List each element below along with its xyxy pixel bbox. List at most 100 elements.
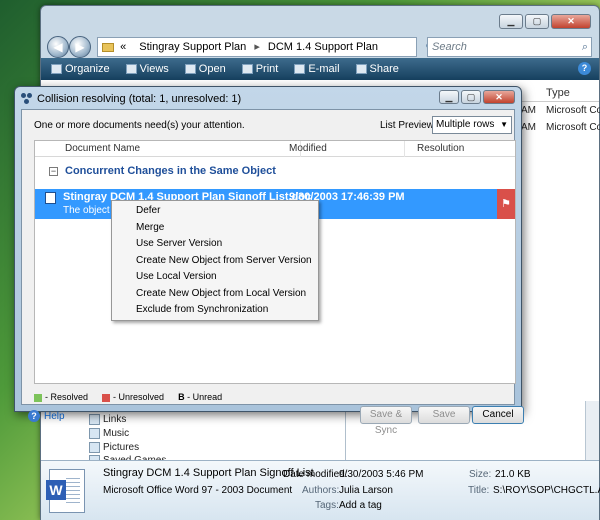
tree-item-label: Links bbox=[103, 414, 127, 425]
search-input[interactable]: Search ⌕ bbox=[427, 37, 592, 57]
print-label: Print bbox=[255, 63, 279, 75]
tree-item-pictures[interactable]: Pictures bbox=[89, 442, 140, 453]
details-pane: W Stingray DCM 1.4 Support Plan Signoff … bbox=[41, 460, 600, 520]
close-button[interactable]: ✕ bbox=[551, 14, 591, 29]
share-label: Share bbox=[369, 63, 399, 75]
group-row[interactable]: − Concurrent Changes in the Same Object bbox=[35, 163, 515, 181]
address-bar[interactable]: « Stingray Support Plan ▸ DCM 1.4 Suppor… bbox=[97, 37, 417, 57]
dialog-close-button[interactable]: ✕ bbox=[483, 90, 515, 104]
tree-item-links[interactable]: Links bbox=[89, 414, 127, 425]
breadcrumb-separator: ▸ bbox=[254, 41, 260, 53]
folder-icon bbox=[102, 42, 114, 52]
dialog-caption-buttons: ▁ ▢ ✕ bbox=[439, 90, 515, 104]
tree-item-music[interactable]: Music bbox=[89, 428, 130, 439]
details-date-modified-label: Date modified: bbox=[283, 469, 348, 480]
search-icon[interactable]: ⌕ bbox=[582, 38, 588, 56]
details-authors-label: Authors: bbox=[302, 485, 340, 496]
forward-button[interactable]: ▶ bbox=[69, 36, 91, 58]
list-preview-select[interactable]: Multiple rows ▼ bbox=[432, 116, 512, 134]
menu-item-use-local-version[interactable]: Use Local Version bbox=[112, 269, 318, 286]
dialog-title-bar: Collision resolving (total: 1, unresolve… bbox=[21, 91, 241, 107]
details-file-type: Microsoft Office Word 97 - 2003 Document bbox=[103, 485, 293, 496]
back-button[interactable]: ◀ bbox=[47, 36, 69, 58]
breadcrumb-item[interactable]: DCM 1.4 Support Plan bbox=[268, 41, 378, 53]
legend-unresolved-label: - Unresolved bbox=[113, 392, 165, 402]
unread-marker: B bbox=[178, 392, 185, 402]
unresolved-flag-icon[interactable]: ⚑ bbox=[497, 189, 515, 219]
breadcrumb-item[interactable]: Stingray Support Plan bbox=[139, 41, 246, 53]
views-button[interactable]: Views bbox=[125, 63, 169, 75]
dialog-minimize-button[interactable]: ▁ bbox=[439, 90, 459, 104]
dialog-maximize-button[interactable]: ▢ bbox=[461, 90, 481, 104]
command-toolbar: Organize Views Open Print E-mail Share ? bbox=[41, 58, 599, 80]
word-document-icon: W bbox=[46, 469, 85, 513]
share-icon bbox=[355, 64, 367, 74]
tree-item-label: Music bbox=[103, 428, 130, 439]
unresolved-swatch bbox=[102, 393, 111, 402]
column-header-resolution[interactable]: Resolution bbox=[405, 141, 515, 157]
organize-label: Organize bbox=[65, 63, 110, 75]
list-preview-label: List Preview: bbox=[380, 120, 437, 131]
menu-item-use-server-version[interactable]: Use Server Version bbox=[112, 236, 318, 253]
email-button[interactable]: E-mail bbox=[294, 63, 340, 75]
help-icon[interactable]: ? bbox=[578, 62, 591, 75]
share-button[interactable]: Share bbox=[355, 63, 399, 75]
email-label: E-mail bbox=[308, 63, 340, 75]
organize-button[interactable]: Organize bbox=[51, 63, 110, 75]
menu-item-merge[interactable]: Merge bbox=[112, 220, 318, 237]
music-icon bbox=[89, 428, 100, 439]
details-tags[interactable]: Add a tag bbox=[339, 500, 382, 511]
views-label: Views bbox=[139, 63, 169, 75]
file-list-scrollbar[interactable] bbox=[585, 401, 599, 461]
links-icon bbox=[89, 414, 100, 425]
group-label: Concurrent Changes in the Same Object bbox=[65, 165, 276, 177]
grid-header: Document Name Modified Resolution bbox=[35, 141, 515, 157]
app-icon bbox=[21, 93, 33, 105]
search-placeholder: Search bbox=[432, 41, 467, 53]
open-label: Open bbox=[198, 63, 226, 75]
menu-item-defer[interactable]: Defer bbox=[112, 203, 318, 220]
details-size-label: Size: bbox=[469, 469, 492, 480]
organize-icon bbox=[51, 64, 62, 74]
details-authors[interactable]: Julia Larson bbox=[339, 485, 393, 496]
pictures-icon bbox=[89, 442, 100, 453]
tree-item-label: Pictures bbox=[103, 442, 140, 453]
menu-item-exclude-from-sync[interactable]: Exclude from Synchronization bbox=[112, 302, 318, 319]
attention-message: One or more documents need(s) your atten… bbox=[34, 120, 245, 131]
printer-icon bbox=[241, 64, 253, 74]
details-title[interactable]: S:\ROY\SOP\CHGCTL.A... bbox=[493, 485, 600, 496]
address-root-marker: « bbox=[120, 41, 127, 53]
file-type: Microsoft Co bbox=[546, 122, 600, 133]
collapse-icon[interactable]: − bbox=[49, 167, 58, 176]
resolved-swatch bbox=[34, 393, 42, 402]
list-preview-value: Multiple rows bbox=[436, 119, 495, 130]
file-time-suffix: AM bbox=[521, 105, 536, 116]
legend-unresolved: - Unresolved bbox=[102, 392, 164, 402]
maximize-button[interactable]: ▢ bbox=[525, 14, 549, 29]
word-icon bbox=[184, 64, 196, 74]
open-button[interactable]: Open bbox=[184, 63, 226, 75]
save-sync-button[interactable]: Save & Sync bbox=[360, 406, 412, 436]
column-header-modified[interactable]: Modified bbox=[285, 141, 405, 157]
file-type: Microsoft Co bbox=[546, 105, 600, 116]
menu-item-create-from-local[interactable]: Create New Object from Local Version bbox=[112, 286, 318, 303]
document-icon bbox=[45, 192, 56, 204]
help-label: Help bbox=[44, 410, 65, 422]
help-link[interactable]: ? Help bbox=[28, 410, 65, 422]
minimize-button[interactable]: ▁ bbox=[499, 14, 523, 29]
cancel-button[interactable]: Cancel bbox=[472, 406, 524, 424]
column-header-type[interactable]: Type bbox=[521, 84, 599, 102]
details-size: 21.0 KB bbox=[495, 469, 531, 480]
save-button[interactable]: Save bbox=[418, 406, 470, 424]
views-icon bbox=[125, 64, 137, 74]
print-button[interactable]: Print bbox=[241, 63, 279, 75]
details-tags-label: Tags: bbox=[315, 500, 339, 511]
legend-unread-label: - Unread bbox=[187, 392, 223, 402]
legend-resolved: - Resolved bbox=[34, 392, 88, 402]
legend: - Resolved - Unresolved B - Unread bbox=[34, 392, 222, 402]
menu-item-create-from-server[interactable]: Create New Object from Server Version bbox=[112, 253, 318, 270]
email-icon bbox=[294, 64, 306, 74]
legend-unread: B - Unread bbox=[178, 392, 222, 402]
column-header-document-name[interactable]: Document Name bbox=[51, 141, 301, 157]
chevron-down-icon[interactable]: ▼ bbox=[500, 117, 508, 133]
